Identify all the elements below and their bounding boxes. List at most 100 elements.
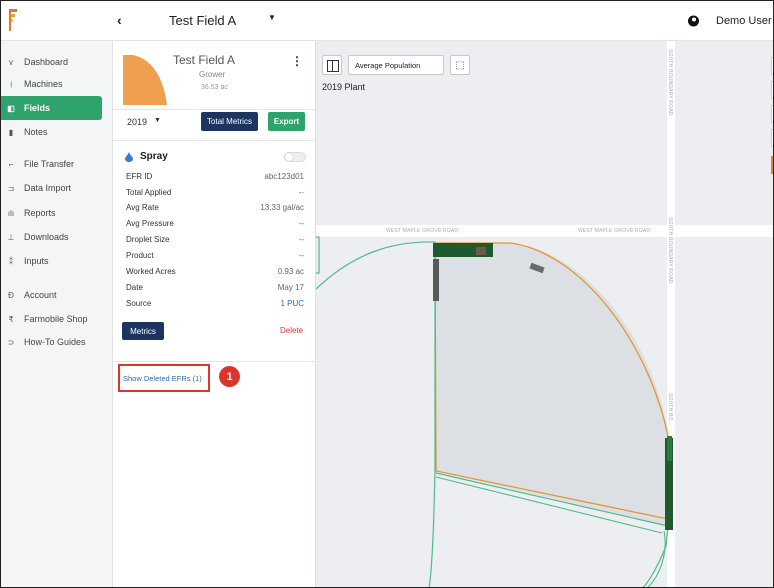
coverage-swath-west	[433, 259, 439, 301]
layer-label: 2019 Plant	[322, 82, 366, 92]
downloads-icon: ⊥	[7, 232, 15, 242]
sidebar-item-downloads[interactable]: ⊥ Downloads	[1, 226, 102, 248]
divider	[113, 361, 316, 362]
guides-icon: ⊃	[7, 337, 15, 347]
sidebar-item-label: Farmobile Shop	[24, 314, 88, 324]
account-icon: Ð	[8, 290, 14, 300]
more-options-icon[interactable]: ⋮	[291, 54, 303, 68]
sidebar-item-account[interactable]: Ð Account	[1, 284, 102, 306]
sidebar-item-notes[interactable]: ▮ Notes	[1, 121, 102, 143]
machines-icon: ᚮ	[8, 79, 14, 89]
field-interior	[435, 243, 669, 526]
sidebar-item-label: Reports	[24, 208, 56, 218]
map-view[interactable]: Average Population ▼ ⬚ 2019 Plant WEST M…	[316, 41, 774, 588]
road-label: SOUTH BO...	[667, 393, 673, 426]
sidebar-item-file-transfer[interactable]: ⌐ File Transfer	[1, 153, 102, 175]
droplet-size-value: --	[298, 235, 304, 244]
sidebar-item-label: File Transfer	[24, 159, 75, 169]
coverage-swath-north-mixed	[476, 247, 486, 255]
field-name: Test Field A	[173, 53, 236, 67]
grower-label: Grower	[199, 70, 226, 79]
visibility-toggle[interactable]	[284, 152, 306, 162]
road-label: WEST MAPLE GROVE ROAD	[386, 228, 459, 234]
top-bar: ‹ Test Field A ▼ Demo User	[1, 1, 773, 41]
avg-pressure-value: --	[298, 219, 304, 228]
delete-button[interactable]: Delete	[280, 326, 303, 335]
sidebar-item-data-import[interactable]: ⊐ Data Import	[1, 177, 102, 199]
sidebar-item-label: Notes	[24, 127, 48, 137]
sidebar-item-label: Account	[24, 290, 57, 300]
field-title-select[interactable]: Test Field A	[169, 13, 236, 28]
back-chevron-icon[interactable]: ‹	[117, 12, 122, 28]
lasso-select-icon[interactable]: ⬚	[450, 55, 470, 75]
sidebar-item-label: Dashboard	[24, 57, 69, 67]
step-callout-badge: 1	[219, 366, 240, 387]
user-avatar-icon[interactable]	[688, 15, 699, 27]
field-boundary-green-left	[316, 241, 436, 587]
file-transfer-icon: ⌐	[8, 159, 14, 169]
efr-id-label: EFR ID	[126, 172, 153, 181]
avg-rate-label: Avg Rate	[126, 203, 159, 212]
sidebar-item-inputs[interactable]: ⁑ Inputs	[1, 250, 102, 272]
product-value: --	[298, 251, 304, 260]
total-applied-label: Total Applied	[126, 188, 172, 197]
field-detail-panel: Test Field A Grower 36.53 ac ⋮ 2019 ▼ To…	[113, 41, 316, 587]
road-label: SOUTH BOUNDARY ROAD	[667, 217, 673, 284]
sidebar-item-label: Fields	[24, 103, 51, 113]
farmobile-logo-icon[interactable]	[9, 9, 19, 31]
water-drop-icon	[125, 152, 133, 162]
sidebar-item-farmobile-shop[interactable]: ₹ Farmobile Shop	[1, 308, 102, 330]
layer-select-dropdown[interactable]: Average Population ▼	[348, 55, 468, 75]
sidebar-item-label: Inputs	[24, 256, 49, 266]
efr-id-value: abc123d01	[264, 172, 304, 181]
dashboard-icon: ⋎	[8, 57, 14, 67]
layer-select-value: Average Population	[355, 60, 421, 70]
caret-down-icon[interactable]: ▼	[154, 117, 161, 124]
data-import-icon: ⊐	[7, 183, 15, 193]
sidebar-item-label: Downloads	[24, 232, 69, 242]
sidebar-nav: ⋎ Dashboard ᚮ Machines ◧ Fields ▮ Notes ⌐ Fil…	[1, 41, 113, 587]
road-west-maple-grove	[316, 225, 773, 237]
export-button[interactable]: Export	[268, 112, 305, 131]
notes-icon: ▮	[8, 127, 14, 137]
worked-acres-value: 0.93 ac	[277, 267, 304, 276]
sidebar-item-label: Data Import	[24, 183, 72, 193]
sidebar-item-dashboard[interactable]: ⋎ Dashboard	[1, 51, 102, 73]
date-label: Date	[126, 283, 143, 292]
date-value: May 17	[277, 283, 304, 292]
show-deleted-efrs-label: Show Deleted EFRs (1)	[123, 373, 202, 383]
shop-icon: ₹	[8, 314, 14, 324]
sidebar-item-reports[interactable]: ılı Reports	[1, 202, 102, 224]
worked-acres-label: Worked Acres	[126, 267, 176, 276]
layout-toggle-button[interactable]	[322, 55, 342, 75]
operation-title: Spray	[140, 151, 168, 162]
adjacent-field-boundary	[316, 236, 320, 274]
year-select[interactable]: 2019	[127, 117, 147, 127]
divider	[113, 109, 316, 110]
field-shape-thumbnail	[123, 55, 167, 105]
sidebar-item-fields[interactable]: ◧ Fields	[1, 96, 102, 120]
road-label: SOUTH BOUNDARY ROAD	[667, 49, 673, 116]
total-metrics-button[interactable]: Total Metrics	[201, 112, 258, 131]
show-deleted-efrs-link[interactable]: Show Deleted EFRs (1)	[118, 364, 210, 392]
user-name[interactable]: Demo User	[716, 15, 772, 27]
map-canvas[interactable]	[316, 41, 774, 588]
source-label: Source	[126, 299, 152, 308]
field-acres: 36.53 ac	[201, 84, 228, 91]
caret-down-icon[interactable]: ▼	[268, 13, 276, 22]
metrics-button[interactable]: Metrics	[122, 322, 164, 340]
coverage-swath-southeast-light	[667, 436, 672, 461]
sidebar-item-how-to-guides[interactable]: ⊃ How-To Guides	[1, 331, 102, 353]
source-link[interactable]: 1 PUC	[280, 299, 304, 308]
avg-pressure-label: Avg Pressure	[126, 219, 174, 228]
inputs-icon: ⁑	[9, 256, 13, 266]
avg-rate-value: 13.33 gal/ac	[260, 203, 304, 212]
total-applied-value: --	[298, 188, 304, 197]
divider	[113, 140, 316, 141]
app-window: ‹ Test Field A ▼ Demo User ⋎ Dashboard ᚮM…	[0, 0, 774, 588]
road-label: WEST MAPLE GROVE ROAD	[578, 228, 651, 234]
sidebar-item-machines[interactable]: ᚮ Machines	[1, 73, 102, 95]
sidebar-item-label: How-To Guides	[24, 337, 86, 347]
fields-icon: ◧	[7, 103, 15, 113]
product-label: Product	[126, 251, 154, 260]
